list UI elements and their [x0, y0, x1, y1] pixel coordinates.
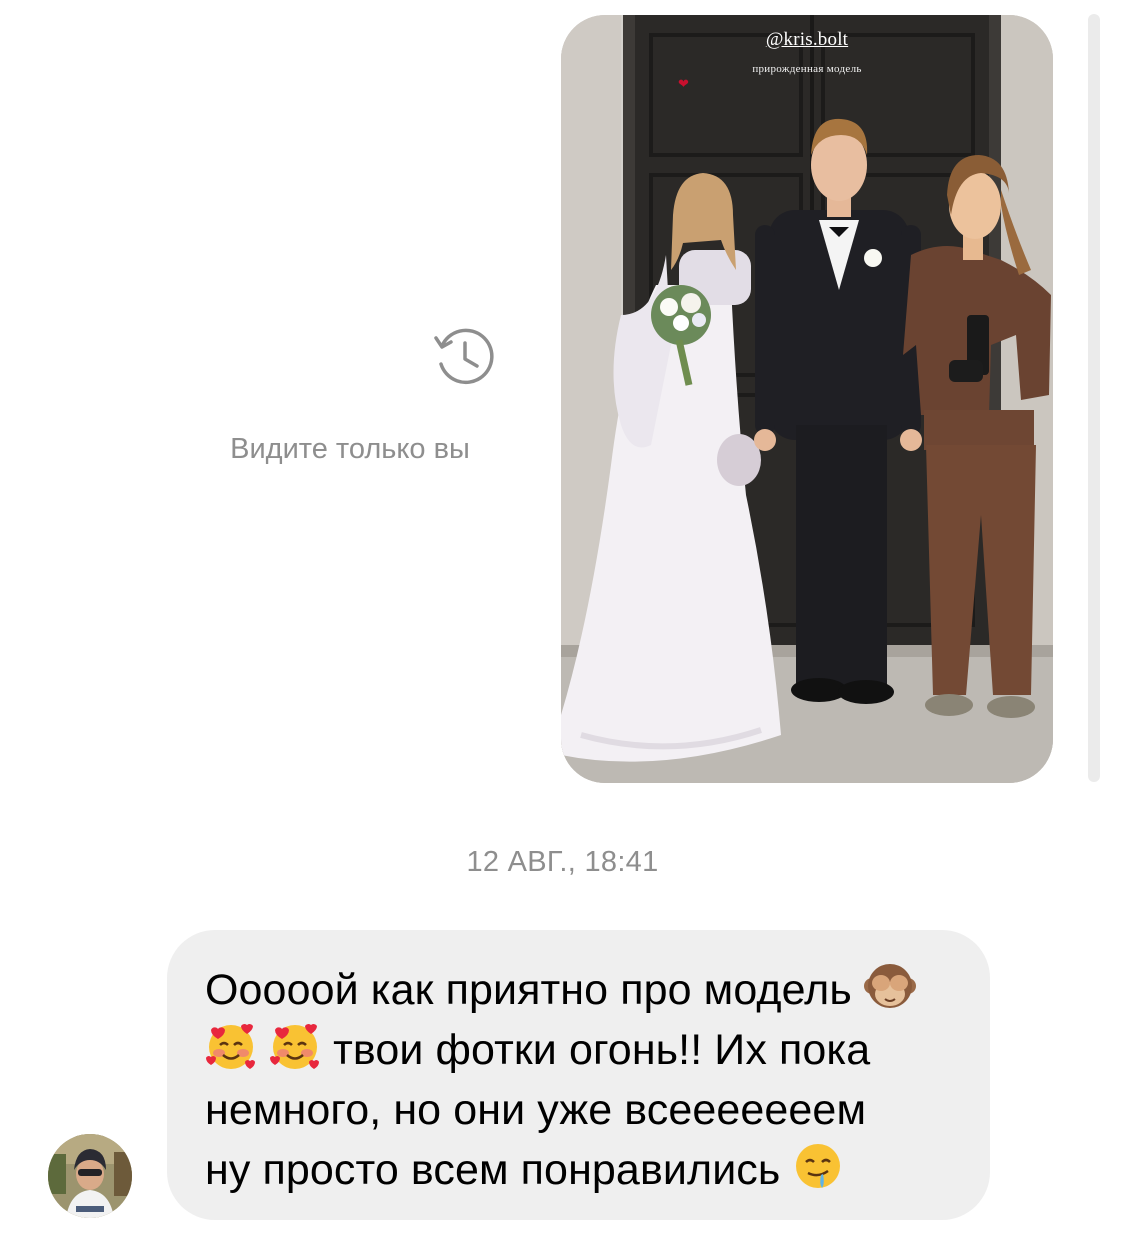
incoming-message-bubble[interactable]: Ооооой как приятно про модель твои фотки… — [167, 930, 990, 1220]
drooling-face-emoji — [796, 1144, 841, 1188]
smiling-face-with-hearts-emoji — [270, 1024, 320, 1069]
message-line-4-text: ну просто всем понравились — [205, 1146, 781, 1194]
message-line-2: твои фотки огонь!! Их пока — [205, 1020, 960, 1080]
message-line-1-text: Ооооой как приятно про модель — [205, 966, 852, 1014]
broken-heart-icon: ❤ — [678, 76, 689, 91]
message-line-3: немного, но они уже всееееееем — [205, 1086, 867, 1134]
message-line-4: ну просто всем понравились — [205, 1140, 960, 1200]
scroll-indicator[interactable] — [1088, 14, 1100, 782]
message-text: Ооооой как приятно про модель твои фотки… — [205, 960, 960, 1200]
visibility-label: Видите только вы — [230, 433, 470, 465]
message-timestamp: 12 АВГ., 18:41 — [466, 846, 659, 878]
sender-avatar[interactable] — [48, 1134, 132, 1218]
shared-story-bubble[interactable]: @kris.bolt прирожденная модель ❤ — [561, 15, 1053, 783]
see-no-evil-monkey-emoji — [863, 964, 916, 1008]
avatar-photo — [48, 1134, 132, 1218]
story-caption: прирожденная модель — [752, 63, 862, 75]
message-line-2-text: твои фотки огонь!! Их пока — [333, 1026, 871, 1074]
story-photo — [561, 15, 1053, 783]
story-username[interactable]: @kris.bolt — [561, 29, 1053, 51]
smiling-face-with-hearts-emoji — [206, 1024, 255, 1069]
history-clock-icon — [434, 328, 494, 385]
message-line-1: Ооооой как приятно про модель — [205, 960, 960, 1020]
